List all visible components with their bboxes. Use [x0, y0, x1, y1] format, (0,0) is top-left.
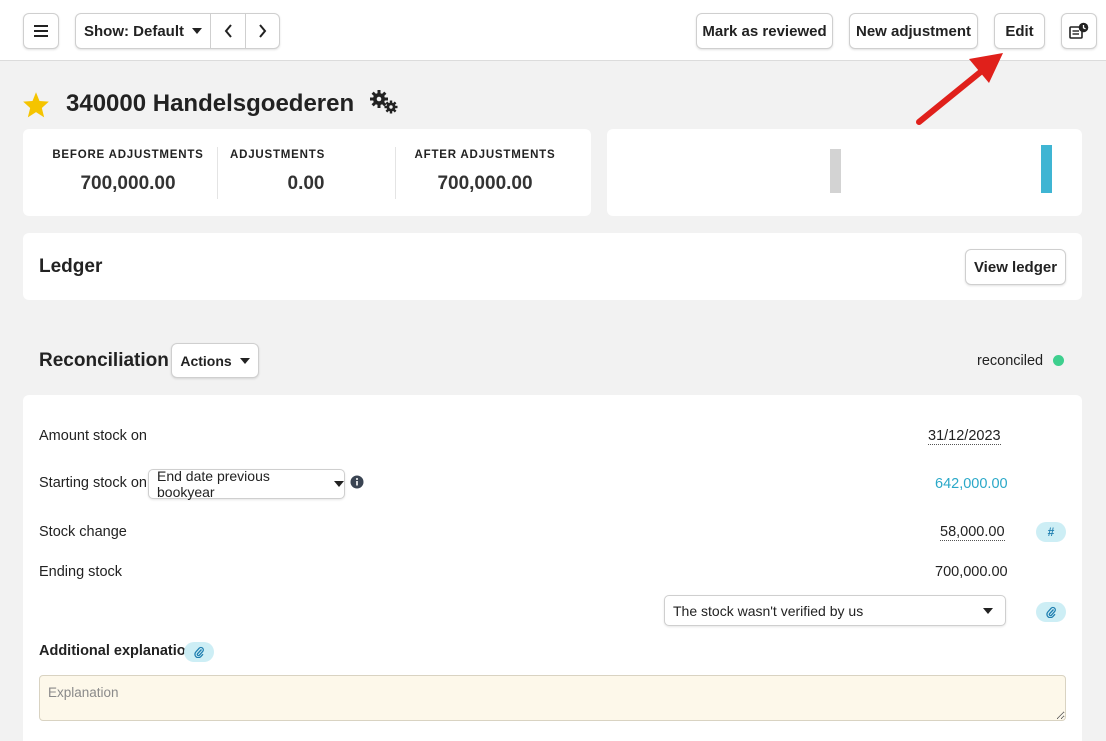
view-ledger-label: View ledger: [973, 258, 1058, 276]
after-adjustments-value: 700,000.00: [437, 173, 533, 194]
next-button[interactable]: [245, 14, 279, 48]
reconciliation-title: Reconciliation: [39, 350, 169, 371]
chevron-right-icon: [259, 24, 267, 38]
explanation-textarea[interactable]: [39, 675, 1066, 721]
after-adjustments-stat: AFTER ADJUSTMENTS 700,000.00: [395, 129, 575, 215]
caret-down-icon: [239, 357, 250, 364]
summary-card: BEFORE ADJUSTMENTS 700,000.00 ADJUSTMENT…: [23, 129, 591, 216]
before-adjustments-value: 700,000.00: [80, 173, 176, 194]
chart-bar-before: [830, 149, 841, 193]
ledger-card: Ledger View ledger: [23, 233, 1082, 300]
mini-chart-card: [607, 129, 1082, 216]
mark-as-reviewed-label: Mark as reviewed: [702, 22, 827, 40]
edit-label: Edit: [1005, 22, 1034, 40]
star-icon[interactable]: [22, 91, 50, 118]
stock-change-label: Stock change: [39, 524, 127, 540]
view-ledger-button[interactable]: View ledger: [965, 249, 1066, 285]
reconciliation-card: Amount stock on 31/12/2023 Starting stoc…: [23, 395, 1082, 741]
caret-down-icon: [192, 28, 202, 34]
stock-change-value[interactable]: 58,000.00: [940, 524, 1005, 541]
previous-button[interactable]: [210, 14, 245, 48]
view-navigation-group: Show: Default: [75, 13, 280, 49]
hash-icon[interactable]: #: [1036, 522, 1066, 542]
history-button[interactable]: [1061, 13, 1097, 49]
starting-stock-select-value: End date previous bookyear: [157, 468, 270, 500]
starting-stock-select[interactable]: End date previous bookyear: [148, 468, 345, 500]
ending-stock-label: Ending stock: [39, 564, 123, 580]
before-adjustments-stat: BEFORE ADJUSTMENTS 700,000.00: [33, 129, 223, 215]
show-dropdown[interactable]: Show: Default: [76, 14, 210, 48]
adjustments-label: ADJUSTMENTS: [230, 149, 326, 161]
starting-stock-value: 642,000.00: [935, 476, 1008, 492]
info-icon[interactable]: [350, 475, 364, 489]
edit-button[interactable]: Edit: [994, 13, 1045, 49]
ending-stock-value: 700,000.00: [935, 564, 1008, 580]
new-adjustment-label: New adjustment: [855, 22, 972, 40]
verification-select-value: The stock wasn't verified by us: [673, 602, 864, 619]
status-text: reconciled: [977, 353, 1044, 369]
status-dot: [1053, 355, 1064, 366]
caret-down-icon: [334, 481, 344, 487]
before-adjustments-label: BEFORE ADJUSTMENTS: [52, 149, 204, 161]
page-title: 340000 Handelsgoederen: [66, 90, 355, 117]
document-history-icon: [1069, 22, 1089, 39]
gears-icon[interactable]: [368, 89, 400, 115]
ledger-title: Ledger: [39, 256, 103, 277]
new-adjustment-button[interactable]: New adjustment: [849, 13, 978, 49]
annotation-arrow-icon: [916, 53, 1003, 125]
mark-as-reviewed-button[interactable]: Mark as reviewed: [696, 13, 833, 49]
after-adjustments-label: AFTER ADJUSTMENTS: [414, 149, 556, 161]
paperclip-icon: [1046, 606, 1056, 618]
account-header: 340000 Handelsgoederen: [22, 84, 400, 124]
actions-dropdown[interactable]: Actions: [171, 343, 259, 378]
additional-explanation-label: Additional explanation: [39, 643, 195, 659]
chart-bar-after: [1041, 145, 1052, 193]
caret-down-icon: [983, 608, 993, 614]
show-dropdown-label: Show: Default: [84, 22, 184, 40]
actions-label: Actions: [180, 352, 232, 369]
menu-button[interactable]: [23, 13, 59, 49]
starting-stock-label: Starting stock on:: [39, 475, 152, 491]
adjustments-stat: ADJUSTMENTS 0.00: [217, 129, 395, 215]
explanation-attachment-icon[interactable]: [184, 642, 214, 662]
amount-stock-label: Amount stock on: [39, 428, 147, 444]
adjustments-value: 0.00: [287, 173, 325, 194]
amount-stock-date[interactable]: 31/12/2023: [928, 428, 1001, 445]
verification-select[interactable]: The stock wasn't verified by us: [664, 595, 1006, 626]
chevron-left-icon: [224, 24, 232, 38]
attachment-icon[interactable]: [1036, 602, 1066, 622]
paperclip-icon: [194, 646, 204, 658]
hamburger-icon: [34, 25, 48, 37]
